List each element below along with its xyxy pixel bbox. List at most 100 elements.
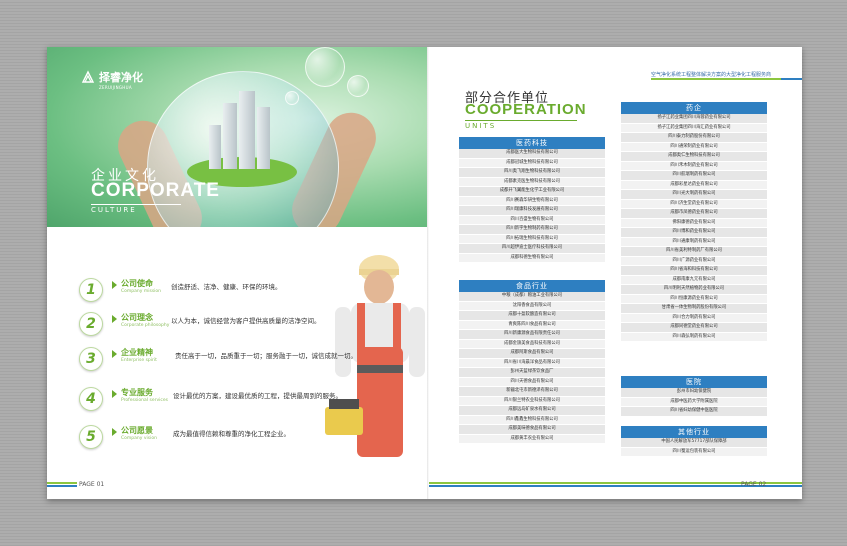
list-item: 四川济生堂药业有限公司 xyxy=(621,199,767,209)
item-title: 公司使命 xyxy=(121,279,153,288)
list-item: 彭州天蓝绿茶饮食品厂 xyxy=(459,368,605,378)
item-english: Professional services xyxy=(121,398,168,403)
bubble xyxy=(285,91,299,105)
list-item: 四川明利天然植物药业有限公司 xyxy=(621,285,767,295)
item-title: 公司理念 xyxy=(121,313,153,322)
list-item: 成都科德生物有限公司 xyxy=(459,253,605,263)
list-item: 成都医大生物科技有限公司 xyxy=(459,149,605,159)
section-header: 其他行业 xyxy=(621,426,767,438)
list-item: 新疆北屯市新德泽有限公司 xyxy=(459,387,605,397)
item-number: 4 xyxy=(79,387,103,411)
item-number: 3 xyxy=(79,347,103,371)
building xyxy=(239,91,255,169)
list-item: 成都南康九元有限公司 xyxy=(621,275,767,285)
list-item: 成都同德堂药业有限公司 xyxy=(621,323,767,333)
list-item: 四川拓瑞生物科技有限公司 xyxy=(459,234,605,244)
list-item: 成都彩星达药业有限公司 xyxy=(621,180,767,190)
tagline-bar-accent xyxy=(781,78,802,80)
section-other-industries: 其他行业 中国人民解放军57717部队保障部 四川蜀运包装有限公司 xyxy=(621,426,767,457)
item-english: Corporate philosophy xyxy=(121,323,170,328)
logo-icon xyxy=(81,70,95,83)
arrow-icon xyxy=(112,281,117,289)
arrow-icon xyxy=(112,428,117,436)
logo-name: 择睿净化 xyxy=(99,71,143,84)
list-item: 中粮（成都）粮油工业有限公司 xyxy=(459,292,605,302)
list-item: 甘肃省一体生物制药股份有限公司 xyxy=(621,304,767,314)
item-title: 企业精神 xyxy=(121,348,153,357)
item-description: 责任高于一切，品质重于一切；服务融于一切，诚信成就一切。 xyxy=(175,352,357,360)
list-item: 四川百盛生物有限公司 xyxy=(459,215,605,225)
list-item: 四川省川海晨洋食品有限公司 xyxy=(459,358,605,368)
section-header: 医院 xyxy=(621,376,767,388)
item-english: Company vision xyxy=(121,436,157,441)
list-item: 成都美味德食品有限公司 xyxy=(459,425,605,435)
list-item: 成都中医药大学附属医院 xyxy=(621,397,767,407)
item-description: 创造舒适、洁净、健康、环保的环境。 xyxy=(171,283,282,291)
item-title: 专业服务 xyxy=(121,388,153,397)
list-item: 四川瑞康科技发展有限公司 xyxy=(459,206,605,216)
list-item: 成都黄丰农业有限公司 xyxy=(459,434,605,444)
list-item: 四川省海和科技有限公司 xyxy=(621,266,767,276)
building xyxy=(223,103,237,169)
list-item: 四川光大制药有限公司 xyxy=(621,190,767,200)
tagline-bar xyxy=(651,78,781,80)
hero-image: 择睿净化 ZERUIJINGHUA 企业文化 CORPORATE CULTURE xyxy=(47,47,427,227)
list-item: 四川博和药业有限公司 xyxy=(621,228,767,238)
arrow-icon xyxy=(112,350,117,358)
item-english: Enterprise spirit xyxy=(121,358,157,363)
bubble xyxy=(305,47,345,87)
section-header: 医药科技 xyxy=(459,137,605,149)
item-title: 公司愿景 xyxy=(121,426,153,435)
section-header: 食品行业 xyxy=(459,280,605,292)
list-item: 四川省美利特制药厂有限公司 xyxy=(621,247,767,257)
arrow-icon xyxy=(112,315,117,323)
list-item: 四川奥飞翔生物科技有限公司 xyxy=(459,168,605,178)
list-item: 青爽陈四川食品有限公司 xyxy=(459,320,605,330)
list-item: 四川新宇生物制药有限公司 xyxy=(459,225,605,235)
list-item: 四川禾木制药业有限公司 xyxy=(621,161,767,171)
list-item: 四川鑫鑫生物科技有限公司 xyxy=(459,415,605,425)
item-number: 5 xyxy=(79,425,103,449)
item-description: 以人为本，诚信经营为客户提供高质量的洁净空间。 xyxy=(171,317,321,325)
culture-subtitle: CULTURE xyxy=(91,204,181,214)
logo-subtitle: ZERUIJINGHUA xyxy=(99,85,132,90)
list-item: 成都十盈软酿造有限公司 xyxy=(459,311,605,321)
list-item: 四川通荣制药业有限公司 xyxy=(621,142,767,152)
list-item: 四川赛森华研生物有限公司 xyxy=(459,196,605,206)
list-item: 成都市凤德药业有限公司 xyxy=(621,209,767,219)
worker-illustration xyxy=(325,255,425,457)
list-item: 扬子江药业集团四川海汇药业有限公司 xyxy=(621,123,767,133)
list-item: 沈阳香食品有限公司 xyxy=(459,301,605,311)
brochure-spread: 择睿净化 ZERUIJINGHUA 企业文化 CORPORATE CULTURE… xyxy=(47,47,802,499)
list-item: 中国人民解放军57717部队保障部 xyxy=(621,438,767,448)
cooperation-subtitle: UNITS xyxy=(465,120,577,130)
list-item: 四川蜀运包装有限公司 xyxy=(621,447,767,457)
culture-title-en: CORPORATE xyxy=(91,180,220,201)
section-pharma-companies: 药企 扬子江药业集团四川海蓉药业有限公司 扬子江药业集团四川海汇药业有限公司 四… xyxy=(621,102,767,342)
list-item: 四川广源药业有限公司 xyxy=(621,256,767,266)
item-english: Company mission xyxy=(121,289,162,294)
item-number: 2 xyxy=(79,312,103,336)
company-logo: 择睿净化 ZERUIJINGHUA xyxy=(81,69,143,90)
list-item: 四川恒康源药业有限公司 xyxy=(621,294,767,304)
building xyxy=(209,125,221,169)
page-number-left: PAGE 01 xyxy=(79,481,105,488)
list-item: 四川省妇幼保健中医医院 xyxy=(621,407,767,417)
page-number-right: PAGE 02 xyxy=(741,481,767,488)
list-item: 成都阿斯食品有限公司 xyxy=(459,349,605,359)
section-food-industry: 食品行业 中粮（成都）粮油工业有限公司 沈阳香食品有限公司 成都十盈软酿造有限公… xyxy=(459,280,605,444)
arrow-icon xyxy=(112,390,117,398)
list-item: 成都冠城生物科技有限公司 xyxy=(459,158,605,168)
list-item: 扬子江药业集团四川海蓉药业有限公司 xyxy=(621,114,767,124)
list-item: 四川通康制药有限公司 xyxy=(621,237,767,247)
list-item: 成都素克医生物科技有限公司 xyxy=(459,177,605,187)
list-item: 四川森弘制药有限公司 xyxy=(621,332,767,342)
list-item: 成都奥仁生物科技有限公司 xyxy=(621,152,767,162)
list-item: 四川合力制药有限公司 xyxy=(621,313,767,323)
list-item: 彭州市妇幼保健院 xyxy=(621,388,767,398)
list-item: 成都金旗美食品科技有限公司 xyxy=(459,339,605,349)
list-item: 成都开飞翼能生化学工业有限公司 xyxy=(459,187,605,197)
building xyxy=(257,107,270,169)
list-item: 四川新康源食品有限责任公司 xyxy=(459,330,605,340)
item-description: 成为最值得信赖和尊重的净化工程企业。 xyxy=(173,430,290,438)
